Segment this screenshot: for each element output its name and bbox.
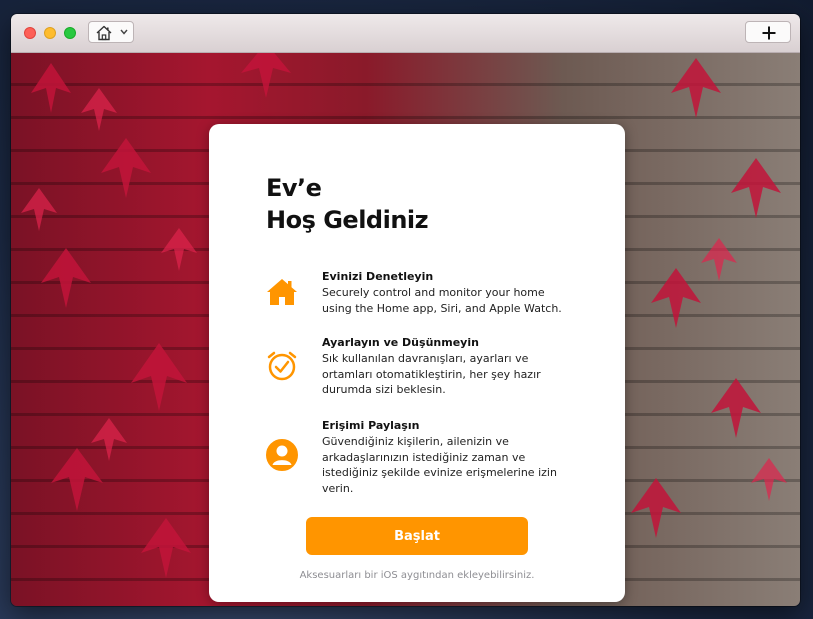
- feature-share-access: Erişimi Paylaşın Güvendiğiniz kişilerin,…: [266, 419, 566, 494]
- feature-title: Ayarlayın ve Düşünmeyin: [322, 336, 479, 349]
- start-button[interactable]: Başlat: [306, 517, 528, 555]
- title-bar: [11, 14, 800, 53]
- chevron-down-icon: [120, 29, 128, 35]
- add-button[interactable]: [745, 21, 791, 43]
- house-icon: [267, 279, 297, 305]
- welcome-title-line-2: Hoş Geldiniz: [266, 206, 429, 234]
- home-app-window: Ev’e Hoş Geldiniz Evinizi Denetleyin Sec…: [11, 14, 800, 606]
- feature-title: Erişimi Paylaşın: [322, 419, 420, 432]
- person-icon: [266, 439, 298, 471]
- minimize-window-button[interactable]: [44, 27, 56, 39]
- plus-icon: [762, 26, 776, 40]
- close-window-button[interactable]: [24, 27, 36, 39]
- feature-title: Evinizi Denetleyin: [322, 270, 434, 283]
- wallpaper-background: Ev’e Hoş Geldiniz Evinizi Denetleyin Sec…: [11, 53, 800, 606]
- add-accessories-note: Aksesuarları bir iOS aygıtından ekleyebi…: [299, 570, 535, 581]
- house-icon: [96, 25, 112, 41]
- welcome-title: Ev’e Hoş Geldiniz: [266, 172, 429, 236]
- welcome-card: Ev’e Hoş Geldiniz Evinizi Denetleyin Sec…: [209, 124, 625, 602]
- feature-description: Securely control and monitor your home u…: [322, 286, 562, 315]
- welcome-title-line-1: Ev’e: [266, 174, 322, 202]
- home-selector-popup[interactable]: [88, 21, 134, 43]
- zoom-window-button[interactable]: [64, 27, 76, 39]
- feature-description: Güvendiğiniz kişilerin, ailenizin ve ark…: [322, 435, 557, 494]
- alarm-clock-icon: [267, 351, 297, 381]
- feature-description: Sık kullanılan davranışları, ayarları ve…: [322, 352, 541, 396]
